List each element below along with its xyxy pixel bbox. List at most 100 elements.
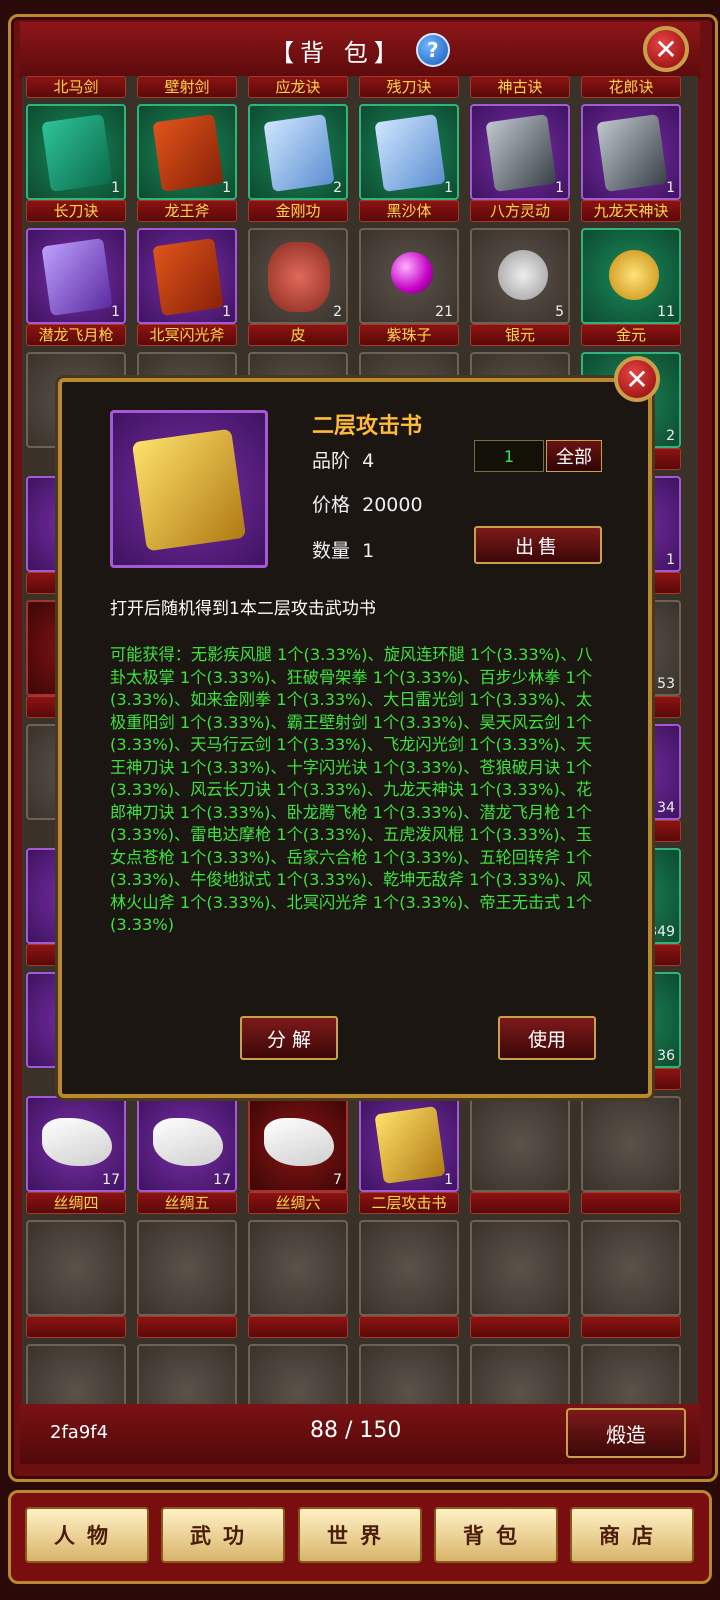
inventory-slot[interactable]: 5 bbox=[470, 228, 570, 324]
nav-backpack-button[interactable]: 背包 bbox=[434, 1507, 558, 1563]
grade-row: 品阶 4 bbox=[312, 450, 375, 472]
item-label: 皮 bbox=[248, 324, 348, 346]
gold-coin-icon bbox=[609, 250, 659, 300]
item-label bbox=[26, 1316, 126, 1338]
inventory-slot[interactable] bbox=[470, 1344, 570, 1406]
help-icon[interactable]: ? bbox=[415, 33, 450, 67]
decompose-button[interactable]: 分 解 bbox=[240, 1016, 338, 1060]
item-label: 丝绸六 bbox=[248, 1192, 348, 1214]
close-dialog-button[interactable]: ✕ bbox=[614, 356, 660, 402]
inventory-slot[interactable] bbox=[359, 1220, 459, 1316]
book-icon bbox=[41, 238, 113, 316]
inventory-slot[interactable] bbox=[26, 1344, 126, 1406]
inventory-slot[interactable]: 2 bbox=[248, 104, 348, 200]
item-label bbox=[581, 1192, 681, 1214]
inventory-slot[interactable]: 1 bbox=[26, 104, 126, 200]
inventory-slot[interactable]: 17 bbox=[137, 1096, 237, 1192]
item-label: 黑沙体 bbox=[359, 200, 459, 222]
item-icon-frame bbox=[110, 410, 268, 568]
forge-button[interactable]: 煅造 bbox=[566, 1408, 686, 1458]
attack-book-icon bbox=[131, 428, 247, 552]
item-label: 紫珠子 bbox=[359, 324, 459, 346]
inventory-slot[interactable] bbox=[581, 1096, 681, 1192]
inventory-slot[interactable]: 1 bbox=[137, 228, 237, 324]
item-label: 北冥闪光斧 bbox=[137, 324, 237, 346]
item-label: 金元 bbox=[581, 324, 681, 346]
silk-icon bbox=[264, 1118, 334, 1166]
select-all-button[interactable]: 全部 bbox=[546, 440, 602, 472]
item-label bbox=[470, 1316, 570, 1338]
sell-quantity-input[interactable]: 1 bbox=[474, 440, 544, 472]
item-label: 北马剑 bbox=[26, 76, 126, 98]
inventory-capacity: 88 / 150 bbox=[310, 1418, 402, 1443]
book-icon bbox=[596, 114, 668, 192]
item-label: 九龙天神诀 bbox=[581, 200, 681, 222]
book-icon bbox=[41, 114, 113, 192]
inventory-slot[interactable]: 1 bbox=[26, 228, 126, 324]
item-label: 二层攻击书 bbox=[359, 1192, 459, 1214]
item-description: 打开后随机得到1本二层攻击武功书 bbox=[110, 599, 376, 619]
book-icon bbox=[374, 1106, 446, 1184]
use-button[interactable]: 使用 bbox=[498, 1016, 596, 1060]
item-label: 长刀诀 bbox=[26, 200, 126, 222]
inventory-slot[interactable]: 2 bbox=[248, 228, 348, 324]
title-bar: 【背 包】 ? bbox=[20, 22, 700, 78]
nav-world-button[interactable]: 世界 bbox=[298, 1507, 422, 1563]
silk-icon bbox=[153, 1118, 223, 1166]
inventory-slot[interactable] bbox=[26, 1220, 126, 1316]
inventory-slot[interactable] bbox=[470, 1220, 570, 1316]
inventory-slot[interactable]: 17 bbox=[26, 1096, 126, 1192]
item-label bbox=[359, 1316, 459, 1338]
inventory-footer: 2fa9f4 88 / 150 煅造 bbox=[20, 1404, 700, 1464]
book-icon bbox=[374, 114, 446, 192]
quantity-row: 数量 1 bbox=[312, 540, 375, 562]
item-label: 残刀诀 bbox=[359, 76, 459, 98]
item-label: 壁射剑 bbox=[137, 76, 237, 98]
item-name: 二层攻击书 bbox=[312, 414, 423, 439]
price-row: 价格 20000 bbox=[312, 494, 423, 516]
nav-shop-button[interactable]: 商店 bbox=[570, 1507, 694, 1563]
inventory-slot[interactable] bbox=[137, 1344, 237, 1406]
silk-icon bbox=[42, 1118, 112, 1166]
sell-button[interactable]: 出售 bbox=[474, 526, 602, 564]
inventory-slot[interactable] bbox=[359, 1344, 459, 1406]
item-label bbox=[248, 1316, 348, 1338]
inventory-slot[interactable]: 1 bbox=[470, 104, 570, 200]
item-label: 银元 bbox=[470, 324, 570, 346]
item-label: 花郎诀 bbox=[581, 76, 681, 98]
book-icon bbox=[152, 114, 224, 192]
inventory-slot[interactable]: 1 bbox=[359, 104, 459, 200]
inventory-slot[interactable] bbox=[581, 1220, 681, 1316]
inventory-slot[interactable] bbox=[581, 1344, 681, 1406]
player-code: 2fa9f4 bbox=[50, 1422, 109, 1443]
silver-coin-icon bbox=[498, 250, 548, 300]
inventory-slot[interactable]: 11 bbox=[581, 228, 681, 324]
item-label bbox=[137, 1316, 237, 1338]
nav-character-button[interactable]: 人物 bbox=[25, 1507, 149, 1563]
item-label: 龙王斧 bbox=[137, 200, 237, 222]
inventory-slot[interactable]: 1 bbox=[359, 1096, 459, 1192]
book-icon bbox=[485, 114, 557, 192]
item-label: 丝绸五 bbox=[137, 1192, 237, 1214]
item-detail-dialog: 二层攻击书 品阶 4 价格 20000 数量 1 1 全部 出售 打开后随机得到… bbox=[58, 378, 652, 1098]
inventory-slot[interactable]: 7 bbox=[248, 1096, 348, 1192]
inventory-slot[interactable]: 1 bbox=[137, 104, 237, 200]
item-label: 神古诀 bbox=[470, 76, 570, 98]
page-title: 【背 包】 bbox=[270, 38, 404, 67]
item-label: 金刚功 bbox=[248, 200, 348, 222]
close-backpack-button[interactable]: ✕ bbox=[643, 26, 689, 72]
item-label: 八方灵动 bbox=[470, 200, 570, 222]
inventory-slot[interactable] bbox=[470, 1096, 570, 1192]
item-label: 应龙诀 bbox=[248, 76, 348, 98]
item-label: 潜龙飞月枪 bbox=[26, 324, 126, 346]
book-icon bbox=[152, 238, 224, 316]
inventory-slot[interactable] bbox=[248, 1220, 348, 1316]
book-icon bbox=[263, 114, 335, 192]
inventory-slot[interactable] bbox=[248, 1344, 348, 1406]
nav-martial-arts-button[interactable]: 武功 bbox=[161, 1507, 285, 1563]
inventory-slot[interactable]: 1 bbox=[581, 104, 681, 200]
item-label bbox=[581, 1316, 681, 1338]
inventory-slot[interactable] bbox=[137, 1220, 237, 1316]
item-label: 丝绸四 bbox=[26, 1192, 126, 1214]
inventory-slot[interactable]: 21 bbox=[359, 228, 459, 324]
